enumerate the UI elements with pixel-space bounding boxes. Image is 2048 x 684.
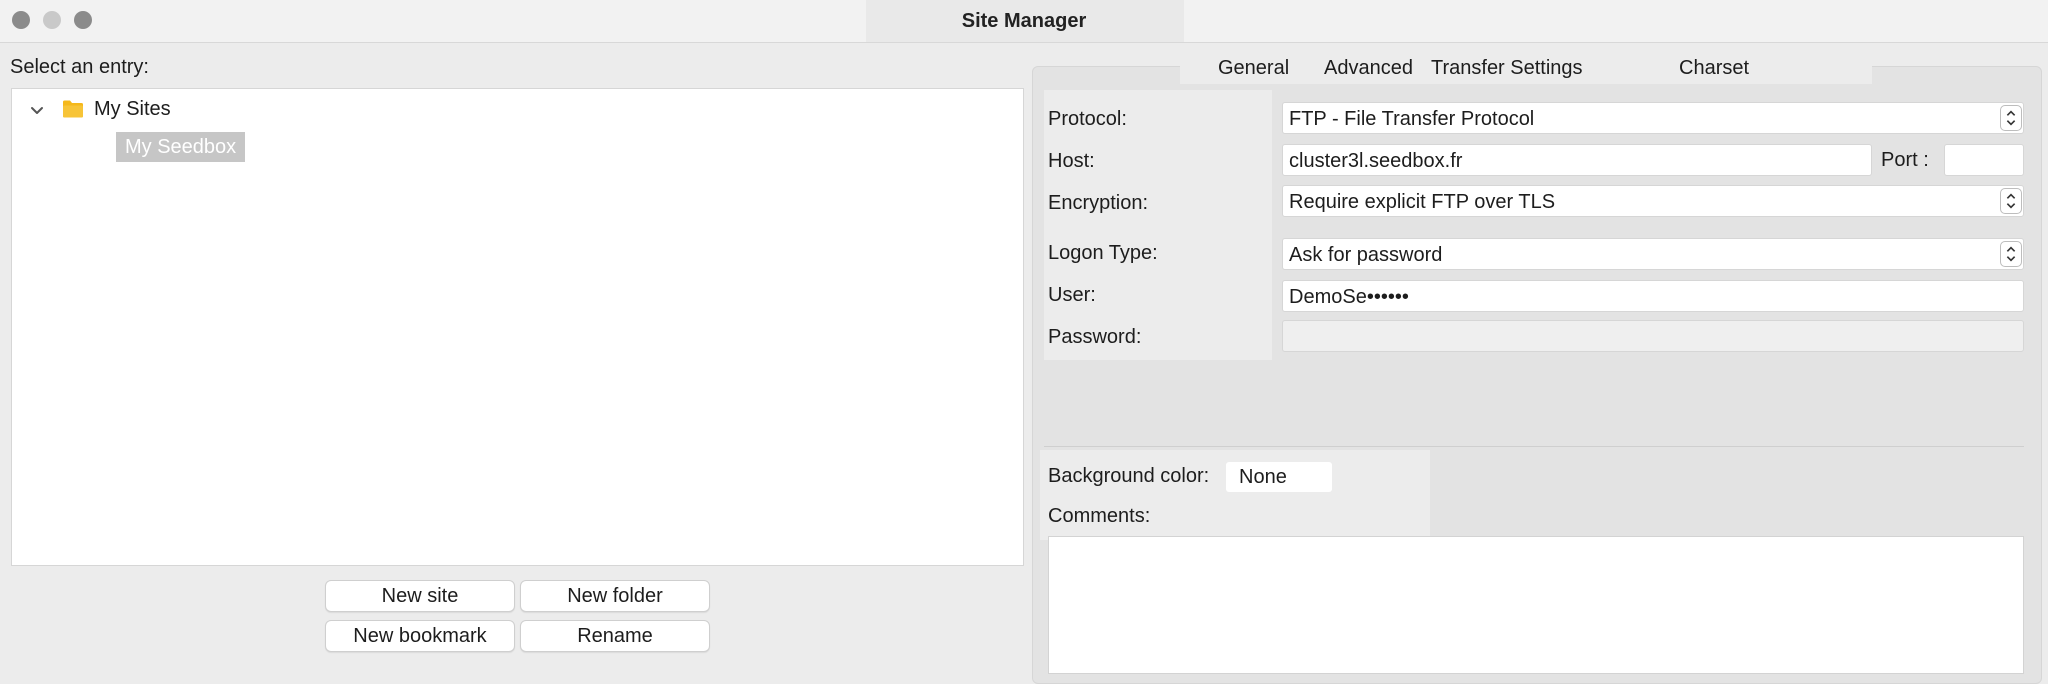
close-window-button[interactable] [12, 11, 30, 29]
zoom-window-button[interactable] [74, 11, 92, 29]
logon-type-value: Ask for password [1289, 244, 1443, 266]
tab-advanced[interactable]: Advanced [1324, 52, 1413, 84]
select-entry-label: Select an entry: [10, 56, 149, 78]
password-input[interactable] [1282, 320, 2024, 352]
comments-label: Comments: [1048, 505, 1151, 527]
port-label: Port : [1881, 149, 1929, 171]
tree-item-my-sites[interactable]: My Sites [94, 98, 171, 121]
comments-textarea[interactable] [1048, 536, 2024, 674]
protocol-select[interactable]: FTP - File Transfer Protocol [1282, 102, 2024, 134]
host-value: cluster3l.seedbox.fr [1289, 150, 1463, 172]
logon-type-select[interactable]: Ask for password [1282, 238, 2024, 270]
minimize-window-button[interactable] [43, 11, 61, 29]
rename-button[interactable]: Rename [520, 620, 710, 652]
window-title: Site Manager [961, 10, 1087, 32]
port-input[interactable] [1944, 144, 2024, 176]
new-folder-button[interactable]: New folder [520, 580, 710, 612]
stepper-icon[interactable] [2000, 241, 2022, 267]
user-label: User: [1048, 284, 1096, 306]
tree-item-my-seedbox[interactable]: My Seedbox [116, 132, 245, 162]
chevron-down-icon[interactable] [26, 100, 48, 122]
tree-item-label: My Seedbox [125, 136, 237, 158]
logon-type-label: Logon Type: [1048, 242, 1158, 264]
host-input[interactable]: cluster3l.seedbox.fr [1282, 144, 1872, 176]
new-bookmark-button[interactable]: New bookmark [325, 620, 515, 652]
background-color-value: None [1239, 466, 1287, 488]
password-label: Password: [1048, 326, 1142, 348]
background-color-label: Background color: [1048, 465, 1210, 487]
user-value: DemoSe•••••• [1289, 286, 1409, 308]
user-input[interactable]: DemoSe•••••• [1282, 280, 2024, 312]
folder-icon [63, 100, 83, 118]
stepper-icon[interactable] [2000, 105, 2022, 131]
encryption-select[interactable]: Require explicit FTP over TLS [1282, 185, 2024, 217]
protocol-label: Protocol: [1048, 108, 1127, 130]
host-label: Host: [1048, 150, 1095, 172]
tab-charset[interactable]: Charset [1679, 52, 1749, 84]
encryption-value: Require explicit FTP over TLS [1289, 191, 1556, 213]
separator [1044, 446, 2024, 447]
tab-transfer-settings[interactable]: Transfer Settings [1431, 52, 1583, 84]
encryption-label: Encryption: [1048, 192, 1149, 214]
tab-general[interactable]: General [1218, 52, 1289, 84]
stepper-icon[interactable] [2000, 188, 2022, 214]
background-color-select[interactable]: None [1226, 462, 1332, 492]
new-site-button[interactable]: New site [325, 580, 515, 612]
protocol-value: FTP - File Transfer Protocol [1289, 108, 1535, 130]
